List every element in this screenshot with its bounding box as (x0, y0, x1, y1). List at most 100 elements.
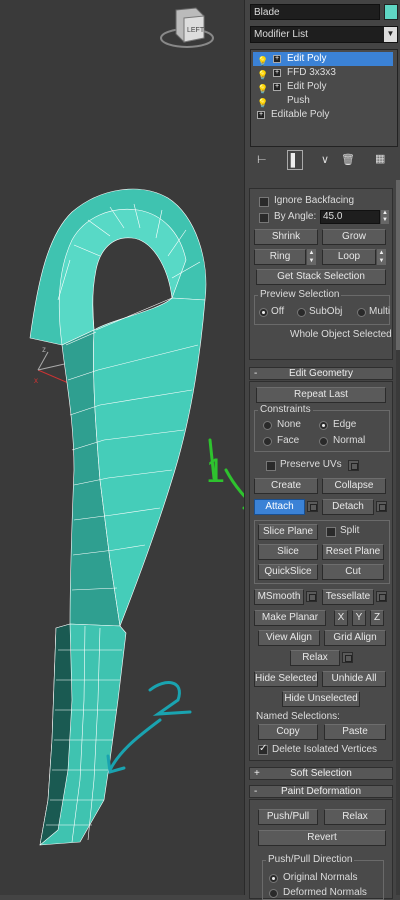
stack-item[interactable]: + Editable Poly (253, 108, 393, 122)
grid-align-button[interactable]: Grid Align (324, 630, 386, 646)
push-pull-button[interactable]: Push/Pull (258, 809, 318, 825)
preview-subobj-radio[interactable] (297, 308, 306, 317)
cut-button[interactable]: Cut (322, 564, 384, 580)
loop-spinner-icon[interactable]: ▲ ▼ (377, 249, 386, 265)
make-planar-button[interactable]: Make Planar (254, 610, 326, 626)
relax-settings-icon[interactable] (342, 652, 353, 663)
paste-button[interactable]: Paste (324, 724, 386, 740)
preview-multi-radio[interactable] (357, 308, 366, 317)
constraint-normal-radio[interactable] (319, 437, 328, 446)
expand-icon[interactable]: + (273, 69, 281, 77)
selection-rollout: Ignore Backfacing By Angle: 45.0 ▲ ▼ Shri… (249, 188, 393, 360)
by-angle-label: By Angle: (274, 211, 317, 222)
constraints-label: Constraints (258, 404, 313, 415)
tessellate-button[interactable]: Tessellate (322, 589, 374, 605)
angle-spinner[interactable]: 45.0 (320, 210, 380, 224)
ring-spinner-icon[interactable]: ▲ ▼ (307, 249, 316, 265)
by-angle-checkbox[interactable] (259, 213, 269, 223)
preserve-uvs-checkbox[interactable] (266, 461, 276, 471)
attach-button[interactable]: Attach (254, 499, 305, 515)
loop-button[interactable]: Loop (322, 249, 376, 265)
reset-plane-button[interactable]: Reset Plane (322, 544, 384, 560)
view-align-button[interactable]: View Align (258, 630, 320, 646)
unhide-all-button[interactable]: Unhide All (322, 671, 386, 687)
paint-relax-button[interactable]: Relax (324, 809, 386, 825)
detach-button[interactable]: Detach (322, 499, 374, 515)
scrollbar-thumb[interactable] (396, 180, 400, 350)
pin-stack-icon[interactable]: ⊢ (257, 153, 267, 166)
attach-settings-icon[interactable] (307, 501, 318, 512)
preserve-uvs-settings-icon[interactable] (348, 460, 359, 471)
edit-geometry-rollout: Repeat Last Constraints None Edge Face N… (249, 381, 393, 761)
detach-settings-icon[interactable] (376, 501, 387, 512)
stack-toolbar: ⊢ ▌ ∨ 🗑 ▦ (253, 150, 395, 170)
msmooth-settings-icon[interactable] (306, 591, 317, 602)
stack-item[interactable]: 💡 + Edit Poly (253, 52, 393, 66)
grow-button[interactable]: Grow (322, 229, 386, 245)
slice-button[interactable]: Slice (258, 544, 318, 560)
modifier-list-dropdown[interactable]: Modifier List ▼ (250, 26, 398, 43)
shrink-button[interactable]: Shrink (254, 229, 318, 245)
split-label: Split (340, 525, 360, 536)
spinner-arrows-icon[interactable]: ▲ ▼ (381, 210, 389, 224)
paint-deformation-rollout: Push/Pull Relax Revert Push/Pull Directi… (249, 799, 393, 900)
push-pull-direction-group: Push/Pull Direction Original Normals Def… (262, 854, 384, 900)
modifier-stack[interactable]: 💡 + Edit Poly 💡 + FFD 3x3x3 💡 + Edit Pol… (250, 49, 398, 147)
constraints-group: Constraints None Edge Face Normal (254, 404, 390, 452)
original-normals-radio[interactable] (269, 874, 278, 883)
annotation-1-label: 1 (206, 452, 225, 490)
expand-icon[interactable]: + (257, 111, 265, 119)
planar-z-button[interactable]: Z (370, 610, 384, 626)
expand-icon[interactable]: + (273, 55, 281, 63)
preserve-uvs-label: Preserve UVs (280, 459, 342, 470)
configure-modifier-sets-icon[interactable]: ▦ (375, 152, 385, 165)
planar-x-button[interactable]: X (334, 610, 348, 626)
get-stack-selection-button[interactable]: Get Stack Selection (256, 269, 386, 285)
repeat-last-button[interactable]: Repeat Last (256, 387, 386, 403)
panel-scrollbar[interactable] (396, 180, 400, 895)
relax-button[interactable]: Relax (290, 650, 340, 666)
deformed-normals-radio[interactable] (269, 889, 278, 898)
ring-button[interactable]: Ring (254, 249, 306, 265)
preview-selection-group: Preview Selection Off SubObj Multi (254, 289, 390, 325)
slice-plane-button[interactable]: Slice Plane (258, 524, 318, 540)
svg-text:x: x (34, 376, 38, 385)
viewport[interactable]: LEFT x z 1 (0, 0, 244, 895)
make-unique-icon[interactable]: ∨ (321, 153, 329, 166)
stack-item[interactable]: 💡 + FFD 3x3x3 (253, 66, 393, 80)
ignore-backfacing-checkbox[interactable] (259, 197, 269, 207)
soft-selection-header[interactable]: + Soft Selection (249, 767, 393, 780)
viewport-canvas[interactable]: LEFT x z 1 (0, 0, 244, 895)
push-pull-direction-label: Push/Pull Direction (266, 854, 355, 865)
constraint-edge-radio[interactable] (319, 421, 328, 430)
split-checkbox[interactable] (326, 527, 336, 537)
selection-status: Whole Object Selected (290, 329, 392, 340)
paint-deformation-header[interactable]: - Paint Deformation (249, 785, 393, 798)
constraint-face-radio[interactable] (263, 437, 272, 446)
viewcube-label: LEFT (187, 27, 205, 34)
object-color-swatch[interactable] (384, 4, 398, 20)
machete-mesh[interactable] (29, 188, 207, 846)
hide-selected-button[interactable]: Hide Selected (254, 671, 318, 687)
tessellate-settings-icon[interactable] (376, 591, 387, 602)
msmooth-button[interactable]: MSmooth (254, 589, 304, 605)
revert-button[interactable]: Revert (258, 830, 386, 846)
edit-geometry-header[interactable]: - Edit Geometry (249, 367, 393, 380)
expand-icon[interactable]: + (273, 83, 281, 91)
constraint-none-radio[interactable] (263, 421, 272, 430)
hide-unselected-button[interactable]: Hide Unselected (282, 691, 360, 707)
named-selections-label: Named Selections: (256, 711, 340, 722)
remove-modifier-icon[interactable]: 🗑 (341, 153, 355, 166)
planar-y-button[interactable]: Y (352, 610, 366, 626)
delete-isolated-vertices-checkbox[interactable] (258, 743, 268, 755)
create-button[interactable]: Create (254, 478, 318, 494)
stack-item[interactable]: 💡 Push (253, 94, 393, 108)
chevron-down-icon[interactable]: ▼ (384, 27, 397, 42)
stack-item[interactable]: 💡 + Edit Poly (253, 80, 393, 94)
copy-button[interactable]: Copy (258, 724, 318, 740)
quickslice-button[interactable]: QuickSlice (258, 564, 318, 580)
show-end-result-icon[interactable]: ▌ (287, 150, 303, 170)
preview-off-radio[interactable] (259, 308, 268, 317)
collapse-button[interactable]: Collapse (322, 478, 386, 494)
object-name-field[interactable]: Blade (250, 4, 380, 20)
